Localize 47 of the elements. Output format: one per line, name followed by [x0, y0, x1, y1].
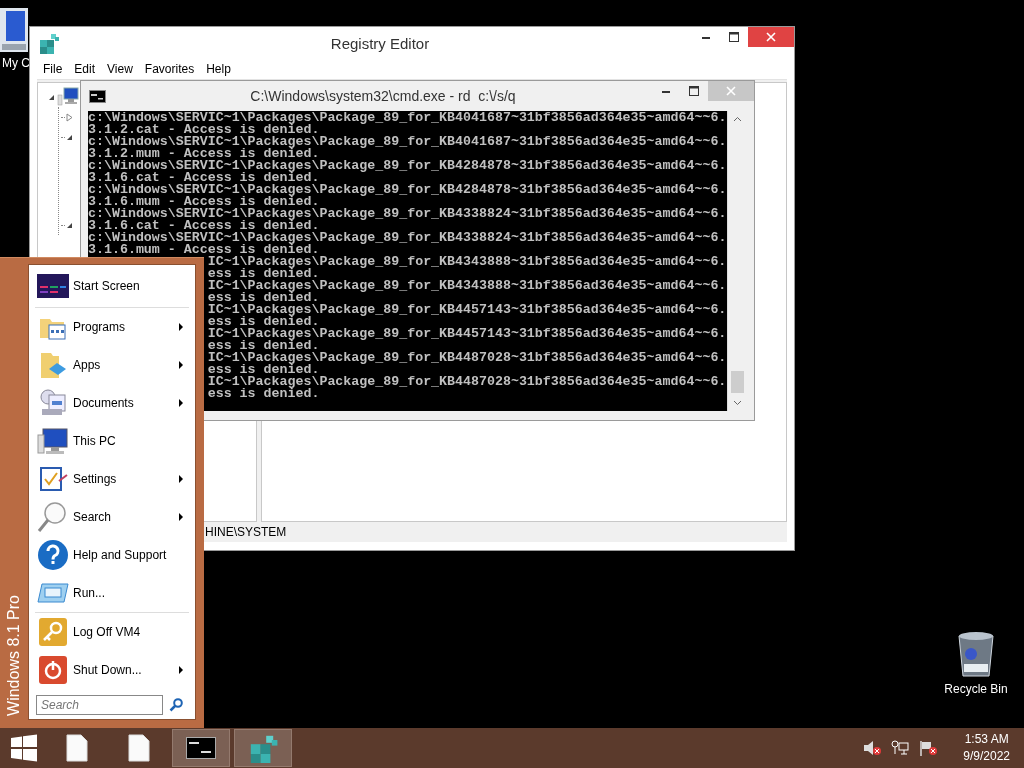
console-line: 3.1.6.cat - Access is denied.	[88, 172, 320, 184]
console-line: ess is denied.	[207, 316, 320, 328]
console-line: c:\Windows\SERVIC~1\Packages\Package_89_for_KB4284878~31bf3856ad364e35~amd64~~6.	[88, 160, 727, 172]
search-field[interactable]: Search	[36, 695, 163, 715]
console-line: IC~1\Packages\Package_89_for_KB4343888~31bf3856ad364e35~amd64~~6.	[207, 280, 727, 292]
console-line: c:\Windows\SERVIC~1\Packages\Package_89_for_KB4041687~31bf3856ad364e35~amd64~~6.	[88, 136, 727, 148]
console-line: IC~1\Packages\Package_89_for_KB4487028~31bf3856ad364e35~amd64~~6.	[207, 376, 727, 388]
clock-date: 9/9/2022	[963, 748, 1010, 765]
window-title: Registry Editor	[329, 34, 431, 52]
console-line: c:\Windows\SERVIC~1\Packages\Package_89_for_KB4284878~31bf3856ad364e35~amd64~~6.	[88, 184, 727, 196]
menu-item[interactable]: Favorites	[138, 62, 201, 76]
console-line: 3.1.6.cat - Access is denied.	[88, 220, 320, 232]
console-line: 3.1.2.mum - Access is denied.	[88, 148, 320, 160]
console-line: c:\Windows\SERVIC~1\Packages\Package_89_for_KB4041687~31bf3856ad364e35~amd64~~6.	[88, 112, 727, 124]
console-line: 3.1.2.cat - Access is denied.	[88, 124, 320, 136]
edition-label: Windows 8.1 Pro	[5, 595, 23, 716]
menu-item[interactable]: Settings	[35, 460, 189, 498]
window-title: C:\Windows\system32\cmd.exe - rd c:\/s/q	[249, 88, 517, 104]
icon-label: Recycle Bin	[944, 682, 1008, 696]
menu-item[interactable]: Shut Down...	[35, 651, 189, 689]
menu-item[interactable]: Edit	[68, 62, 102, 76]
menu-item[interactable]: This PC	[35, 422, 189, 460]
console-line: ess is denied.	[207, 388, 320, 400]
console-line: 3.1.6.mum - Access is denied.	[88, 244, 320, 256]
menu-item[interactable]: Apps	[35, 346, 189, 384]
console-line: IC~1\Packages\Package_89_for_KB4487028~31bf3856ad364e35~amd64~~6.	[207, 352, 727, 364]
menu-item[interactable]: View	[101, 62, 139, 76]
menu-item[interactable]: File	[37, 62, 69, 76]
menu-item[interactable]: Start Screen	[35, 265, 189, 307]
icon-label: My C	[2, 56, 30, 70]
menu-item[interactable]: Log Off VM4	[35, 613, 189, 651]
console-line: ess is denied.	[207, 268, 320, 280]
console-line: IC~1\Packages\Package_89_for_KB4343888~31bf3856ad364e35~amd64~~6.	[207, 256, 727, 268]
console-line: ess is denied.	[207, 340, 320, 352]
console-line: IC~1\Packages\Package_89_for_KB4457143~31bf3856ad364e35~amd64~~6.	[207, 304, 727, 316]
menu-item[interactable]: Run...	[35, 574, 189, 612]
console-line: 3.1.6.mum - Access is denied.	[88, 196, 320, 208]
console-line: ess is denied.	[207, 292, 320, 304]
console-line: ess is denied.	[207, 364, 320, 376]
menu-item[interactable]: Programs	[35, 308, 189, 346]
clock-time: 1:53 AM	[964, 731, 1009, 748]
clock[interactable]: 1:53 AM 9/9/2022	[963, 731, 1010, 765]
console-line: IC~1\Packages\Package_89_for_KB4457143~31bf3856ad364e35~amd64~~6.	[207, 328, 727, 340]
console-line: c:\Windows\SERVIC~1\Packages\Package_89_for_KB4338824~31bf3856ad364e35~amd64~~6.	[88, 208, 727, 220]
menu-item[interactable]: Help	[200, 62, 237, 76]
console-line: c:\Windows\SERVIC~1\Packages\Package_89_for_KB4338824~31bf3856ad364e35~amd64~~6.	[88, 232, 727, 244]
menu-item[interactable]: Documents	[35, 384, 189, 422]
